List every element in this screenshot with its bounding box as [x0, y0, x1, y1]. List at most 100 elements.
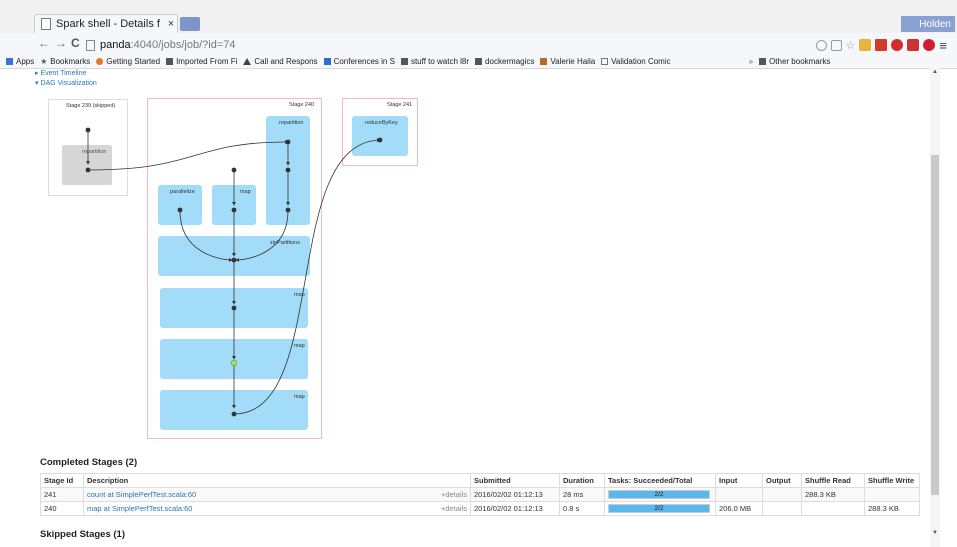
- description-cell: count at SimplePerfTest.scala:60 +detail…: [83, 487, 471, 502]
- stage-description-link[interactable]: count at SimplePerfTest.scala:60: [87, 490, 196, 499]
- bookmark-label: Bookmarks: [50, 57, 91, 66]
- bookmark-label: Validation Comic: [611, 57, 671, 66]
- close-tab-icon[interactable]: ×: [165, 18, 177, 30]
- bookmark-getting-started[interactable]: Getting Started: [96, 57, 160, 66]
- browser-tab[interactable]: Spark shell - Details f ×: [34, 14, 178, 33]
- tab-title: Spark shell - Details f: [56, 18, 160, 30]
- cast-icon[interactable]: [830, 39, 842, 51]
- rdd-node: [231, 167, 237, 173]
- bookmark-bookmarks[interactable]: ★ Bookmarks: [40, 57, 90, 66]
- menu-icon[interactable]: ≡: [939, 38, 947, 53]
- column-header[interactable]: Tasks: Succeeded/Total: [604, 473, 716, 488]
- table-row: 241 count at SimplePerfTest.scala:60 +de…: [40, 487, 920, 502]
- shuffle-read: 288.3 KB: [801, 487, 865, 502]
- bookmark-label: Other bookmarks: [769, 57, 831, 66]
- completed-stages-title: Completed Stages (2): [40, 457, 138, 468]
- adblock-icon[interactable]: [891, 39, 904, 51]
- calendar-icon: [323, 58, 331, 65]
- completed-stages-table: Stage Id Description Submitted Duration …: [40, 473, 920, 516]
- column-header[interactable]: Shuffle Write: [864, 473, 920, 488]
- duration: 28 ms: [559, 487, 605, 502]
- bookmark-label: Apps: [16, 57, 35, 66]
- tasks-progress-bar: 2/2: [608, 504, 710, 513]
- stage-description-link[interactable]: map at SimplePerfTest.scala:60: [87, 504, 192, 513]
- page-icon: [86, 39, 95, 51]
- new-tab-button[interactable]: [180, 17, 200, 31]
- stage-id: 241: [40, 487, 84, 502]
- lastpass-icon[interactable]: [907, 39, 920, 51]
- bookmark-label: Conferences in S: [333, 57, 395, 66]
- bookmark-conferences[interactable]: Conferences in S: [323, 57, 395, 66]
- scroll-up-icon[interactable]: ▲: [932, 69, 938, 75]
- output: [762, 501, 802, 516]
- scroll-down-icon[interactable]: ▼: [932, 530, 938, 536]
- extension-red-icon[interactable]: [875, 39, 888, 51]
- column-header[interactable]: Duration: [559, 473, 605, 488]
- column-header[interactable]: Description: [83, 473, 471, 488]
- rdd-node: [231, 207, 237, 213]
- back-button[interactable]: ←: [38, 36, 50, 50]
- drive-icon: [243, 58, 252, 65]
- apps-icon: [6, 58, 13, 65]
- bookmark-call-and-response[interactable]: Call and Respons: [243, 57, 318, 66]
- shuffle-read: [801, 501, 865, 516]
- folder-icon: [475, 58, 483, 65]
- pinterest-icon[interactable]: [923, 39, 936, 51]
- rdd-node: [85, 127, 91, 133]
- profile-button[interactable]: Holden: [901, 16, 955, 32]
- rdd-node: [285, 207, 291, 213]
- bookmark-imported[interactable]: Imported From Fi: [166, 57, 237, 66]
- rdd-node: [231, 257, 237, 263]
- skipped-stages-title: Skipped Stages (1): [40, 529, 125, 540]
- address-bar[interactable]: panda :4040/jobs/job/?id=74: [86, 37, 556, 53]
- edge: [87, 140, 289, 171]
- bookmark-dockermagics[interactable]: dockermagics: [475, 57, 534, 66]
- tasks-text: 2/2: [654, 505, 664, 512]
- forward-button[interactable]: →: [55, 36, 67, 50]
- zoom-icon[interactable]: [815, 39, 827, 51]
- bookmark-label: Getting Started: [106, 57, 161, 66]
- rdd-node: [377, 137, 383, 143]
- column-header[interactable]: Submitted: [470, 473, 560, 488]
- rdd-node: [231, 411, 237, 417]
- column-header[interactable]: Shuffle Read: [801, 473, 865, 488]
- input: [715, 487, 763, 502]
- bookmark-valerie-haila[interactable]: Valerie Haila: [540, 57, 595, 66]
- bookmark-apps[interactable]: Apps: [6, 57, 34, 66]
- bookmark-other[interactable]: Other bookmarks: [759, 57, 830, 66]
- image-icon: [540, 58, 548, 65]
- table-row: 240 map at SimplePerfTest.scala:60 +deta…: [40, 501, 920, 516]
- url-host: panda: [100, 39, 131, 51]
- column-header[interactable]: Stage Id: [40, 473, 84, 488]
- edge: [235, 210, 289, 262]
- details-toggle[interactable]: +details: [441, 490, 467, 499]
- bookmark-validation-comic[interactable]: Validation Comic: [601, 57, 671, 66]
- shuffle-write: 288.3 KB: [864, 501, 920, 516]
- folder-icon: [400, 58, 408, 65]
- tasks-text: 2/2: [654, 491, 664, 498]
- bookmark-stuff-to-watch[interactable]: stuff to watch l8r: [400, 57, 469, 66]
- firefox-icon: [96, 58, 104, 65]
- rdd-node: [177, 207, 183, 213]
- tasks-progress-bar: 2/2: [608, 490, 710, 499]
- column-header[interactable]: Input: [715, 473, 763, 488]
- reload-button[interactable]: C: [71, 36, 80, 50]
- rdd-node: [85, 167, 91, 173]
- shuffle-write: [864, 487, 920, 502]
- star-bookmark-icon[interactable]: ☆: [846, 39, 856, 52]
- page-icon: [601, 58, 609, 65]
- submitted: 2016/02/02 01:12:13: [470, 487, 560, 502]
- folder-icon: [166, 58, 174, 65]
- star-icon: ★: [40, 57, 48, 66]
- page-icon: [41, 18, 51, 30]
- tasks-cell: 2/2: [604, 487, 716, 502]
- column-header[interactable]: Output: [762, 473, 802, 488]
- browser-window: Spark shell - Details f × Holden ← → C p…: [0, 0, 957, 547]
- details-toggle[interactable]: +details: [441, 504, 467, 513]
- bookmark-label: dockermagics: [485, 57, 535, 66]
- bookmarks-overflow[interactable]: »: [749, 57, 753, 66]
- bookmark-label: Imported From Fi: [176, 57, 238, 66]
- scrollbar-thumb[interactable]: [931, 155, 939, 495]
- gift-icon[interactable]: [859, 39, 872, 51]
- extension-icons: ☆ ≡: [815, 37, 947, 53]
